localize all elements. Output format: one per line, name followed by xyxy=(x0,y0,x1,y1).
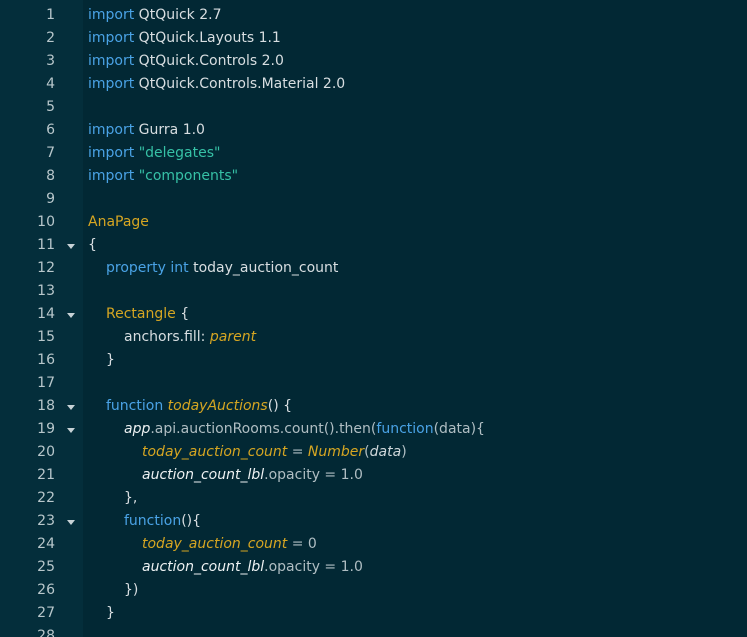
code-token: (){ xyxy=(181,513,202,529)
code-token: }) xyxy=(124,582,139,598)
code-token: property xyxy=(106,260,166,276)
code-token: data xyxy=(369,444,402,460)
code-token: Rectangle xyxy=(106,306,176,322)
code-token: app xyxy=(124,421,151,437)
code-token: QtQuick.Controls 2.0 xyxy=(134,53,284,69)
code-token: import xyxy=(88,53,135,69)
code-token: function xyxy=(376,421,434,437)
code-token: today_auction_count xyxy=(188,260,339,276)
code-line[interactable]: 6 import Gurra 1.0 xyxy=(0,115,747,138)
code-token: auction_count_lbl xyxy=(142,467,265,483)
code-token: int xyxy=(170,260,189,276)
code-line[interactable]: 5 xyxy=(0,92,747,115)
code-token: (data){ xyxy=(433,421,485,437)
code-token: "components" xyxy=(138,168,239,184)
code-line[interactable]: 14 Rectangle { xyxy=(0,299,747,322)
fold-arrow-icon[interactable] xyxy=(67,244,75,249)
code-line[interactable]: 24 today_auction_count = 0 xyxy=(0,529,747,552)
code-line[interactable]: 20 today_auction_count = Number(data) xyxy=(0,437,747,460)
code-token: Gurra 1.0 xyxy=(134,122,205,138)
code-line[interactable]: 18 function todayAuctions() { xyxy=(0,391,747,414)
code-token: anchors.fill: xyxy=(124,329,206,345)
code-token: function xyxy=(106,398,164,414)
code-line[interactable]: 25 auction_count_lbl.opacity = 1.0 xyxy=(0,552,747,575)
code-line[interactable]: 12 property int today_auction_count xyxy=(0,253,747,276)
code-token: "delegates" xyxy=(138,145,221,161)
code-token: .api.auctionRooms.count().then( xyxy=(150,421,377,437)
code-token: import xyxy=(88,145,135,161)
code-line[interactable]: 28 xyxy=(0,621,747,637)
code-token: .opacity = 1.0 xyxy=(264,467,363,483)
code-token: } xyxy=(106,605,115,621)
code-line[interactable]: 2 import QtQuick.Layouts 1.1 xyxy=(0,23,747,46)
code-line[interactable]: 17 xyxy=(0,368,747,391)
code-line[interactable]: 7 import "delegates" xyxy=(0,138,747,161)
code-token: .opacity = 1.0 xyxy=(264,559,363,575)
code-line[interactable]: 11{ xyxy=(0,230,747,253)
code-token: auction_count_lbl xyxy=(142,559,265,575)
code-token: QtQuick 2.7 xyxy=(134,7,222,23)
code-line[interactable]: 1 import QtQuick 2.7 xyxy=(0,0,747,23)
code-line[interactable]: 10 AnaPage xyxy=(0,207,747,230)
code-line[interactable]: 3 import QtQuick.Controls 2.0 xyxy=(0,46,747,69)
code-token: }, xyxy=(124,490,138,506)
code-token: QtQuick.Layouts 1.1 xyxy=(134,30,281,46)
code-token: import xyxy=(88,122,135,138)
code-token: { xyxy=(88,237,97,253)
code-line[interactable]: 9 xyxy=(0,184,747,207)
code-line[interactable]: 22}, xyxy=(0,483,747,506)
code-line[interactable]: 8 import "components" xyxy=(0,161,747,184)
code-line[interactable]: 27} xyxy=(0,598,747,621)
code-line[interactable]: 21 auction_count_lbl.opacity = 1.0 xyxy=(0,460,747,483)
code-line[interactable]: 13 xyxy=(0,276,747,299)
code-token: import xyxy=(88,30,135,46)
code-token: = xyxy=(287,444,308,460)
code-token: import xyxy=(88,168,135,184)
code-token: Number xyxy=(307,444,365,460)
fold-arrow-icon[interactable] xyxy=(67,428,75,433)
line-number: 28 xyxy=(37,628,55,637)
code-token: parent xyxy=(209,329,257,345)
code-token: QtQuick.Controls.Material 2.0 xyxy=(134,76,346,92)
code-editor[interactable]: 1 import QtQuick 2.7 2 import QtQuick.Layou… xyxy=(0,0,747,637)
code-line[interactable]: 16} xyxy=(0,345,747,368)
fold-arrow-icon[interactable] xyxy=(67,313,75,318)
fold-arrow-icon[interactable] xyxy=(67,520,75,525)
code-line[interactable]: 19 app.api.auctionRooms.count().then(func… xyxy=(0,414,747,437)
code-token: today_auction_count xyxy=(142,444,288,460)
code-line[interactable]: 26}) xyxy=(0,575,747,598)
code-line[interactable]: 15 anchors.fill: parent xyxy=(0,322,747,345)
code-token: () { xyxy=(267,398,293,414)
code-token: today_auction_count xyxy=(142,536,288,552)
code-token: = 0 xyxy=(287,536,317,552)
code-token: function xyxy=(124,513,182,529)
code-line[interactable]: 4 import QtQuick.Controls.Material 2.0 xyxy=(0,69,747,92)
code-token: import xyxy=(88,76,135,92)
code-line[interactable]: 23 function(){ xyxy=(0,506,747,529)
code-token: ) xyxy=(401,444,407,460)
code-token: { xyxy=(175,306,190,322)
code-token: } xyxy=(106,352,115,368)
fold-arrow-icon[interactable] xyxy=(67,405,75,410)
code-token: todayAuctions xyxy=(167,398,268,414)
code-token: AnaPage xyxy=(88,214,149,230)
code-token: import xyxy=(88,7,135,23)
